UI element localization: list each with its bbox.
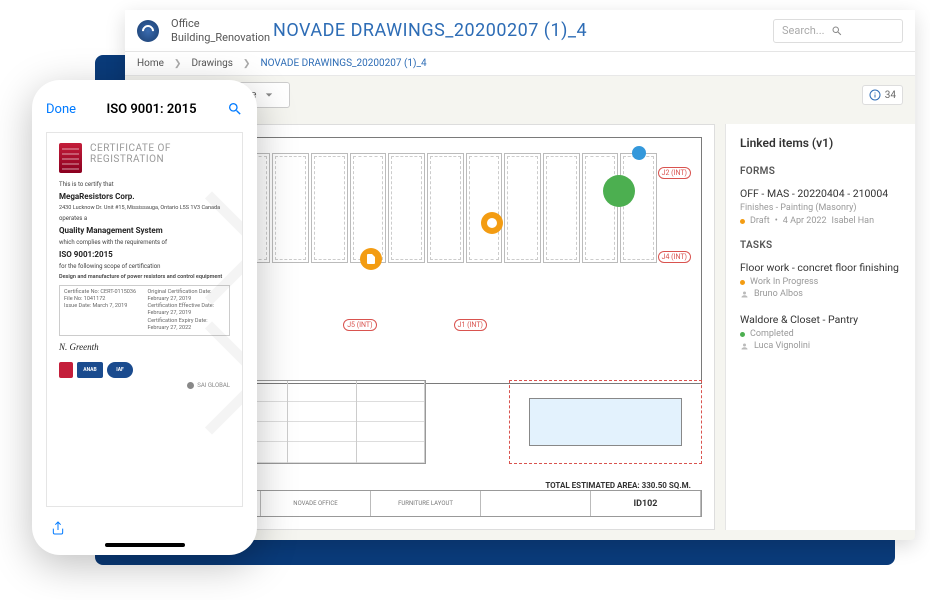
search-placeholder: Search... <box>782 24 825 37</box>
form-date: 4 Apr 2022 <box>783 216 827 226</box>
certificate-document[interactable]: CERTIFICATE OF REGISTRATION This is to c… <box>46 132 243 507</box>
mobile-search-button[interactable] <box>227 101 243 117</box>
search-icon <box>227 101 243 117</box>
task1-title: Floor work - concret floor finishing <box>740 261 901 274</box>
grid-label-j4: J4 (INT) <box>658 251 691 263</box>
breadcrumb-current: NOVADE DRAWINGS_20200207 (1)_4 <box>260 58 426 69</box>
breadcrumb-home[interactable]: Home <box>137 58 164 69</box>
task1-user: Bruno Albos <box>754 289 803 299</box>
task1-status: Work In Progress <box>750 277 818 287</box>
home-indicator[interactable] <box>105 543 185 547</box>
marker-orange-1-icon[interactable] <box>360 248 382 270</box>
share-button[interactable] <box>50 519 66 541</box>
info-badge[interactable]: 34 <box>862 85 903 105</box>
task2-title: Waldore & Closet - Pantry <box>740 313 901 326</box>
status-dot-icon <box>740 219 745 224</box>
conference-room-outline <box>509 380 702 464</box>
project-name: Office Building_Renovation <box>171 17 261 43</box>
status-dot-icon <box>740 280 745 285</box>
form-subtitle: Finishes - Painting (Masonry) <box>740 203 901 213</box>
app-header: Office Building_Renovation NOVADE DRAWIN… <box>125 10 915 52</box>
task-item-1[interactable]: Floor work - concret floor finishing Wor… <box>740 261 901 299</box>
user-icon <box>740 290 749 299</box>
task-item-2[interactable]: Waldore & Closet - Pantry Completed Luca… <box>740 313 901 351</box>
done-button[interactable]: Done <box>46 102 76 117</box>
page-title: NOVADE DRAWINGS_20200207 (1)_4 <box>273 20 761 41</box>
sheet-id: ID102 <box>591 491 701 516</box>
mobile-header: Done ISO 9001: 2015 <box>32 92 257 126</box>
grid-label-j2: J2 (INT) <box>658 167 691 179</box>
marker-green-icon[interactable] <box>603 175 635 207</box>
mobile-title: ISO 9001: 2015 <box>86 102 217 117</box>
mobile-footer <box>32 517 257 543</box>
status-dot-icon <box>740 332 745 337</box>
cert-logo-icon <box>59 143 82 173</box>
share-icon <box>50 519 66 537</box>
form-user: Isabel Han <box>832 216 875 226</box>
marker-orange-2-icon[interactable] <box>481 212 503 234</box>
marker-blue-icon[interactable] <box>632 146 646 160</box>
task2-status: Completed <box>750 329 794 339</box>
badge-iaf-icon <box>107 362 133 378</box>
badge-anab-icon <box>77 362 103 378</box>
info-count: 34 <box>885 90 896 101</box>
search-input[interactable]: Search... <box>773 19 903 43</box>
titleblock-sub: FURNITURE LAYOUT <box>371 491 481 516</box>
total-area-label: TOTAL ESTIMATED AREA: 330.50 SQ.M. <box>545 481 691 490</box>
tasks-header: TASKS <box>740 240 901 251</box>
grid-label-j1: J1 (INT) <box>454 319 487 331</box>
sidebar-title: Linked items (v1) <box>740 136 901 150</box>
form-status: Draft <box>750 216 770 226</box>
form-item[interactable]: OFF - MAS - 20220404 - 210004 Finishes -… <box>740 187 901 226</box>
task2-user: Luca Vignolini <box>754 341 810 351</box>
form-title: OFF - MAS - 20220404 - 210004 <box>740 187 901 200</box>
grid-label-j5: J5 (INT) <box>343 319 376 331</box>
breadcrumb-drawings[interactable]: Drawings <box>191 58 232 69</box>
forms-header: FORMS <box>740 166 901 177</box>
linked-items-sidebar: Linked items (v1) FORMS OFF - MAS - 2022… <box>725 124 915 530</box>
info-icon <box>869 89 881 101</box>
app-logo-icon[interactable] <box>137 20 159 42</box>
chevron-right-icon: ❯ <box>243 59 251 69</box>
titleblock-name: NOVADE OFFICE <box>261 491 371 516</box>
mobile-device: Done ISO 9001: 2015 CERTIFICATE OF REGIS… <box>32 80 257 555</box>
breadcrumb: Home ❯ Drawings ❯ NOVADE DRAWINGS_202002… <box>125 52 915 76</box>
chevron-down-icon <box>265 91 273 99</box>
search-icon <box>831 25 843 37</box>
chevron-right-icon: ❯ <box>174 59 182 69</box>
user-icon <box>740 342 749 351</box>
